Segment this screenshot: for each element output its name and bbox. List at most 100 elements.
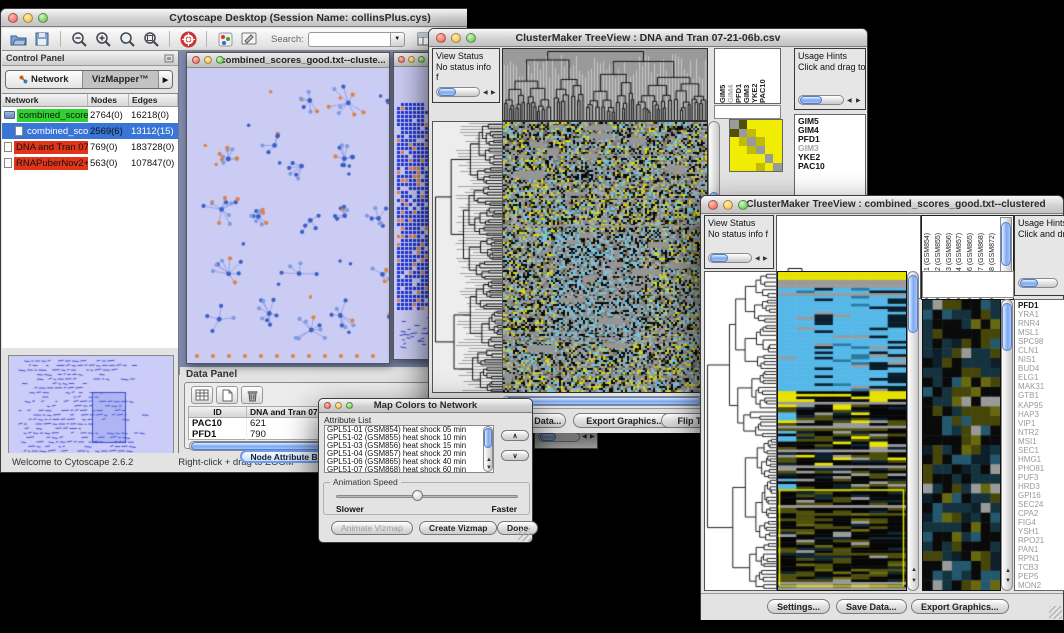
resize-grip[interactable]: [1049, 606, 1062, 619]
zoom-fit-icon[interactable]: [115, 30, 139, 49]
row-label[interactable]: PHO81: [1018, 464, 1064, 473]
row-label[interactable]: RNR4: [1018, 319, 1064, 328]
minimize-icon[interactable]: [723, 200, 733, 210]
speed-slider[interactable]: [336, 495, 518, 498]
settings-button[interactable]: Settings...: [767, 599, 830, 614]
zoom-heatmap-vscrollbar[interactable]: ▲ ▼: [1001, 299, 1013, 591]
network-graph-canvas[interactable]: [187, 68, 389, 363]
row-label[interactable]: NTR2: [1018, 428, 1064, 437]
close-icon[interactable]: [8, 13, 18, 23]
matrix-cell[interactable]: [739, 163, 748, 172]
row-label[interactable]: MON2: [1018, 581, 1064, 590]
matrix-cell[interactable]: [765, 129, 774, 138]
heatmap-vscrollbar[interactable]: ▲ ▼: [907, 271, 919, 591]
matrix-cell[interactable]: [765, 154, 774, 163]
matrix-cell[interactable]: [765, 137, 774, 146]
row-label[interactable]: HRD3: [1018, 482, 1064, 491]
help-lifering-icon[interactable]: [176, 30, 200, 49]
row-label[interactable]: SPC98: [1018, 337, 1064, 346]
tab-overflow-arrow-icon[interactable]: ▶: [158, 71, 172, 88]
attribute-list-scrollbar[interactable]: ▲ ▼: [483, 426, 493, 472]
scroll-down-icon[interactable]: ▼: [486, 465, 492, 471]
move-up-button[interactable]: ∧: [501, 430, 529, 441]
matrix-cell[interactable]: [765, 146, 774, 155]
column-label[interactable]: GIM3: [742, 49, 750, 103]
matrix-cell[interactable]: [773, 146, 782, 155]
export-graphics-button[interactable]: Export Graphics...: [911, 599, 1009, 614]
matrix-cell[interactable]: [730, 137, 739, 146]
matrix-cell[interactable]: [747, 137, 756, 146]
row-label[interactable]: PUF3: [1018, 473, 1064, 482]
row-label[interactable]: RPO21: [1018, 536, 1064, 545]
row-label[interactable]: ELG1: [1018, 373, 1064, 382]
open-file-icon[interactable]: [6, 30, 30, 49]
attribute-list-item[interactable]: GPL51-07 (GSM868) heat shock 60 min: [325, 466, 493, 473]
matrix-cell[interactable]: [747, 129, 756, 138]
matrix-cell[interactable]: [773, 137, 782, 146]
scroll-up-icon[interactable]: ▲: [1005, 568, 1011, 574]
scroll-right-icon[interactable]: ▶: [590, 434, 595, 440]
matrix-cell[interactable]: [730, 163, 739, 172]
row-label[interactable]: CLN1: [1018, 346, 1064, 355]
scroll-right-icon[interactable]: ▶: [763, 256, 768, 262]
row-label[interactable]: NIS1: [1018, 355, 1064, 364]
row-dendrogram[interactable]: [704, 271, 777, 591]
column-dendrogram[interactable]: [502, 48, 708, 121]
scroll-up-icon[interactable]: ▲: [911, 567, 917, 573]
dialog-titlebar[interactable]: Map Colors to Network: [319, 399, 532, 413]
heatmap-hscrollbar[interactable]: [502, 396, 720, 406]
column-label[interactable]: GIM5: [718, 49, 726, 103]
view-status-scrollbar[interactable]: [708, 253, 752, 263]
row-label[interactable]: KAP95: [1018, 401, 1064, 410]
scroll-up-icon[interactable]: ▲: [486, 457, 492, 463]
column-label[interactable]: PFD1: [734, 49, 742, 103]
usage-hints-scrollbar[interactable]: [798, 95, 844, 105]
matrix-cell[interactable]: [739, 154, 748, 163]
resize-grip[interactable]: [518, 528, 531, 541]
column-label[interactable]: YKE2: [750, 49, 758, 103]
matrix-cell[interactable]: [756, 146, 765, 155]
scroll-down-icon[interactable]: ▼: [911, 578, 917, 584]
zoom-window-icon[interactable]: [346, 402, 353, 409]
row-label[interactable]: PAN1: [1018, 545, 1064, 554]
row-label[interactable]: SEC1: [1018, 446, 1064, 455]
new-attribute-icon[interactable]: [216, 386, 238, 404]
row-label[interactable]: MAK31: [1018, 382, 1064, 391]
minimize-icon[interactable]: [451, 33, 461, 43]
matrix-cell[interactable]: [730, 154, 739, 163]
attribute-list[interactable]: GPL51-01 (GSM854) heat shock 05 minGPL51…: [324, 425, 494, 473]
row-label[interactable]: VIP1: [1018, 419, 1064, 428]
matrix-cell[interactable]: [739, 120, 748, 129]
matrix-cell[interactable]: [739, 146, 748, 155]
network-nodes-icon[interactable]: [213, 30, 237, 49]
matrix-cell[interactable]: [739, 137, 748, 146]
matrix-cell[interactable]: [747, 146, 756, 155]
speed-slider-thumb[interactable]: [412, 490, 423, 501]
close-icon[interactable]: [192, 56, 200, 64]
matrix-cell[interactable]: [739, 129, 748, 138]
create-vizmap-button[interactable]: Create Vizmap: [419, 521, 497, 535]
matrix-cell[interactable]: [765, 120, 774, 129]
row-label[interactable]: YSH1: [1018, 527, 1064, 536]
network-list-row[interactable]: combined_scores2764(0)16218(0): [2, 107, 178, 123]
zoom-heatmap[interactable]: [922, 299, 1001, 591]
matrix-cell[interactable]: [747, 154, 756, 163]
attribute-select-icon[interactable]: [191, 386, 213, 404]
row-label[interactable]: HMG1: [1018, 455, 1064, 464]
matrix-cell[interactable]: [756, 120, 765, 129]
animate-vizmap-button[interactable]: Animate Vizmap: [331, 521, 413, 535]
row-label[interactable]: PEP5: [1018, 572, 1064, 581]
close-icon[interactable]: [708, 200, 718, 210]
zoom-out-icon[interactable]: [67, 30, 91, 49]
birdseye-view[interactable]: [8, 355, 174, 461]
row-label[interactable]: TCB3: [1018, 563, 1064, 572]
row-label[interactable]: YRA1: [1018, 310, 1064, 319]
tab-network[interactable]: Network: [6, 71, 83, 88]
zoom-window-icon[interactable]: [216, 56, 224, 64]
save-icon[interactable]: [30, 30, 54, 49]
delete-attribute-icon[interactable]: [241, 386, 263, 404]
scroll-left-icon[interactable]: ◀: [582, 434, 587, 440]
zoom-window-icon[interactable]: [738, 200, 748, 210]
main-heatmap[interactable]: [502, 121, 708, 393]
minimize-icon[interactable]: [204, 56, 212, 64]
